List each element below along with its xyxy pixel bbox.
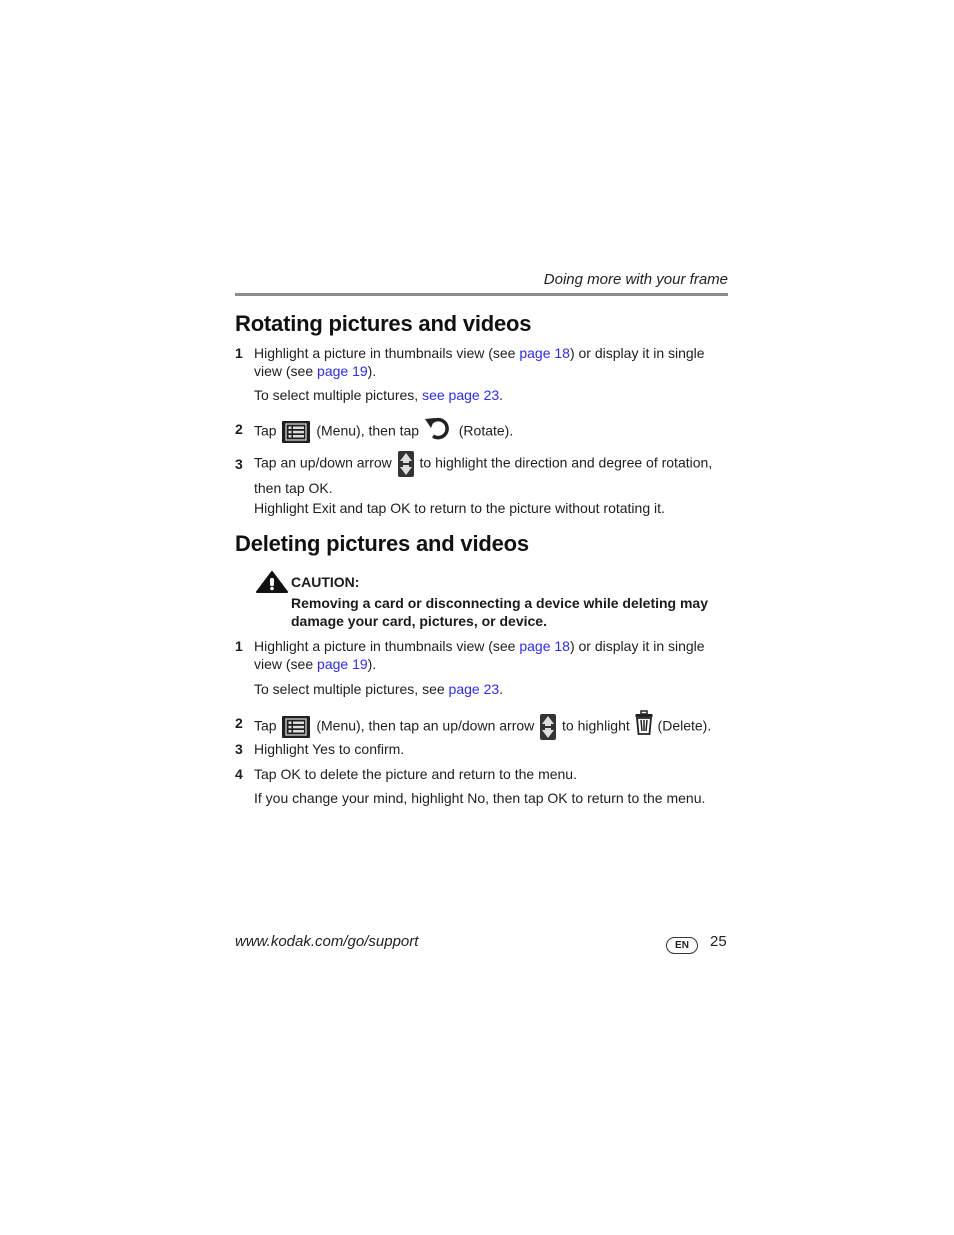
link-page-19[interactable]: page 19: [317, 656, 368, 672]
rotate-note-1: To select multiple pictures, see page 23…: [254, 386, 730, 404]
step-number: 3: [235, 741, 243, 757]
text: Tap an up/down arrow: [254, 454, 392, 471]
delete-step-4: 4 Tap OK to delete the picture and retur…: [235, 765, 730, 783]
step-text: Tap an up/down arrow to highlight the di…: [254, 451, 730, 499]
delete-step-3: 3 Highlight Yes to confirm.: [235, 740, 730, 758]
caution-body: Removing a card or disconnecting a devic…: [291, 595, 709, 629]
step-number: 2: [235, 715, 243, 731]
step-text: Tap OK to delete the picture and return …: [254, 766, 577, 782]
up-down-arrow-icon: [540, 714, 557, 740]
menu-icon: [282, 421, 311, 443]
caution-icon: [256, 571, 288, 598]
link-page-18[interactable]: page 18: [519, 638, 570, 654]
step-number: 3: [235, 456, 243, 472]
text: ).: [367, 656, 377, 672]
step-number: 2: [235, 421, 243, 437]
menu-icon: [282, 716, 311, 738]
step-number: 4: [235, 766, 243, 782]
text: to highlight: [562, 717, 630, 734]
text: (Rotate).: [458, 422, 514, 439]
text: Highlight a picture in thumbnails view (…: [254, 345, 520, 361]
step-text: Highlight a picture in thumbnails view (…: [254, 637, 730, 673]
link-page-19[interactable]: page 19: [317, 363, 368, 379]
text: (Menu), then tap: [316, 422, 420, 439]
delete-note-4: If you change your mind, highlight No, t…: [254, 790, 706, 806]
language-badge: EN: [666, 937, 698, 954]
delete-heading: Deleting pictures and videos: [235, 531, 529, 556]
step-number: 1: [235, 345, 243, 361]
page-number: 25: [710, 933, 727, 950]
trash-icon: [634, 710, 654, 744]
text: ).: [367, 363, 377, 379]
step-text: Tap (Menu), then tap (Rotate).: [254, 416, 730, 448]
text: .: [499, 681, 504, 697]
rotate-step-3: 3 Tap an up/down arrow to highlight the …: [235, 451, 730, 499]
text: .: [499, 387, 504, 403]
step-text: Highlight Yes to confirm.: [254, 741, 405, 757]
step-text: Tap (Menu), then tap an up/down arrow to…: [254, 710, 730, 744]
delete-step-2: 2 Tap (Menu), then tap an up/down arrow …: [235, 710, 730, 744]
text: (Delete).: [657, 717, 712, 734]
rotate-heading: Rotating pictures and videos: [235, 311, 532, 336]
link-see-page-23[interactable]: see page 23: [422, 387, 499, 403]
text: Highlight a picture in thumbnails view (…: [254, 638, 520, 654]
link-page-23[interactable]: page 23: [449, 681, 500, 697]
rotate-icon: [423, 416, 451, 448]
up-down-arrow-icon: [397, 451, 414, 477]
header-rule: [235, 293, 728, 296]
text: To select multiple pictures,: [254, 387, 423, 403]
link-page-18[interactable]: page 18: [519, 345, 570, 361]
text: Tap: [254, 717, 277, 734]
text: Tap: [254, 422, 277, 439]
step-text: Highlight a picture in thumbnails view (…: [254, 344, 730, 380]
section-header: Doing more with your frame: [543, 271, 728, 288]
step-number: 1: [235, 638, 243, 654]
rotate-step-1: 1 Highlight a picture in thumbnails view…: [235, 344, 730, 380]
caution-title: CAUTION:: [291, 574, 360, 590]
text: To select multiple pictures, see: [254, 681, 449, 697]
rotate-note-3: Highlight Exit and tap OK to return to t…: [254, 500, 665, 516]
footer-url[interactable]: www.kodak.com/go/support: [235, 933, 418, 950]
delete-step-1: 1 Highlight a picture in thumbnails view…: [235, 637, 730, 673]
text: (Menu), then tap an up/down arrow: [316, 717, 535, 734]
rotate-step-2: 2 Tap (Menu), then tap (Rotate).: [235, 416, 730, 448]
delete-note-1: To select multiple pictures, see page 23…: [254, 680, 730, 698]
